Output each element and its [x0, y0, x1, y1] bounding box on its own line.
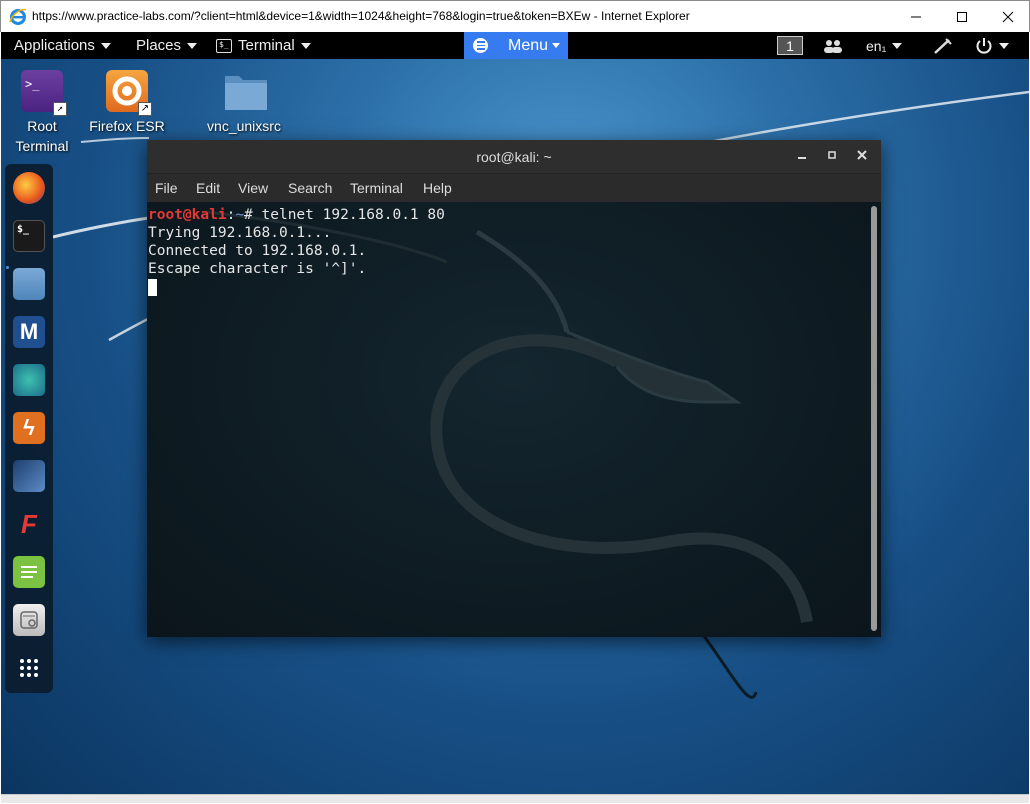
screen-draw-button[interactable] — [933, 32, 953, 59]
minimize-icon — [798, 157, 806, 159]
root-terminal-icon: >_ ↗ — [21, 70, 67, 116]
minimize-icon — [911, 16, 921, 17]
terminal-menubar: File Edit View Search Terminal Help — [147, 174, 881, 202]
browser-status-bar — [1, 794, 1029, 803]
terminal-window[interactable]: root@kali: ~ File Edit View Search Termi… — [147, 140, 881, 637]
chevron-down-icon — [552, 43, 561, 48]
language-selector[interactable]: en₁ — [866, 32, 903, 59]
internet-explorer-icon — [9, 8, 27, 25]
dock-show-applications[interactable] — [13, 652, 45, 684]
pen-icon — [934, 37, 952, 54]
dock-faraday[interactable]: F — [13, 508, 45, 540]
prompt-separator: : — [226, 207, 236, 223]
dock: $_ M ϟ F — [5, 164, 53, 693]
terminal-minimize-button[interactable] — [795, 149, 809, 163]
menu-search[interactable]: Search — [288, 180, 332, 196]
dock-terminal[interactable]: $_ — [13, 220, 45, 252]
burpsuite-icon: ϟ — [23, 415, 35, 440]
root-terminal-label-line2: Terminal — [15, 138, 69, 154]
chevron-down-icon — [892, 42, 903, 49]
menu-help[interactable]: Help — [423, 180, 452, 196]
terminal-icon: $_ — [216, 38, 232, 53]
close-icon — [1002, 11, 1014, 22]
terminal-label: Terminal — [238, 37, 295, 54]
terminal-body[interactable]: root@kali:~# telnet 192.168.0.1 80 Tryin… — [147, 202, 881, 637]
vnc-folder-label: vnc_unixsrc — [207, 118, 281, 134]
output-line: Trying 192.168.0.1... — [148, 225, 332, 241]
terminal-close-button[interactable] — [855, 149, 869, 163]
terminal-output: root@kali:~# telnet 192.168.0.1 80 Tryin… — [148, 206, 445, 296]
chevron-down-icon — [100, 42, 111, 49]
power-icon — [976, 37, 992, 54]
chevron-down-icon — [300, 42, 311, 49]
menu-view[interactable]: View — [238, 180, 268, 196]
dock-settings[interactable] — [13, 604, 45, 636]
dock-text-editor[interactable] — [13, 556, 45, 588]
folder-icon — [223, 70, 267, 112]
menu-edit[interactable]: Edit — [196, 180, 220, 196]
dock-armitage[interactable] — [13, 364, 45, 396]
terminal-cursor — [148, 279, 157, 296]
menu-button[interactable]: Menu — [464, 32, 568, 59]
places-menu[interactable]: Places — [136, 32, 198, 59]
close-icon — [857, 150, 867, 160]
running-indicator — [6, 266, 9, 269]
desktop-icon-root-terminal[interactable]: >_ ↗ Root Terminal — [6, 70, 78, 156]
applications-menu[interactable]: Applications — [14, 32, 111, 59]
firefox-icon: ↗ — [106, 70, 152, 116]
terminal-maximize-button[interactable] — [825, 149, 839, 163]
chevron-down-icon — [999, 42, 1009, 49]
dock-files[interactable] — [13, 268, 45, 300]
browser-title: https://www.practice-labs.com/?client=ht… — [32, 9, 690, 23]
faraday-icon: F — [21, 508, 37, 539]
applications-label: Applications — [14, 37, 95, 54]
power-menu[interactable] — [975, 32, 1009, 59]
prompt-path: ~ — [235, 207, 245, 223]
menu-label: Menu — [508, 36, 549, 54]
language-label: en₁ — [866, 37, 887, 54]
output-line: Connected to 192.168.0.1. — [148, 243, 367, 259]
prompt-hash: # — [244, 207, 262, 223]
dock-burpsuite[interactable]: ϟ — [13, 412, 45, 444]
kali-desktop: Applications Places $_ Terminal Menu 1 e… — [1, 32, 1029, 803]
root-terminal-label-line1: Root — [27, 118, 57, 134]
maximize-icon — [828, 151, 836, 159]
terminal-app-menu[interactable]: $_ Terminal — [216, 32, 311, 59]
output-line: Escape character is '^]'. — [148, 261, 367, 277]
maximize-button[interactable] — [939, 1, 985, 32]
workspace-indicator[interactable]: 1 — [777, 36, 803, 55]
terminal-title: root@kali: ~ — [476, 149, 552, 165]
menu-icon — [473, 38, 488, 53]
desktop-icon-vnc-folder[interactable]: vnc_unixsrc — [199, 70, 289, 136]
gnome-top-bar: Applications Places $_ Terminal Menu 1 e… — [1, 32, 1029, 59]
prompt-user: root@kali — [148, 207, 227, 223]
users-icon — [824, 39, 842, 53]
metasploit-icon: M — [19, 319, 39, 344]
menu-terminal[interactable]: Terminal — [350, 180, 403, 196]
terminal-icon: $_ — [17, 224, 30, 235]
command-text: telnet 192.168.0.1 80 — [261, 207, 445, 223]
chevron-down-icon — [187, 42, 198, 49]
close-button[interactable] — [985, 1, 1030, 32]
dock-firefox[interactable] — [13, 172, 45, 204]
maximize-icon — [957, 11, 967, 22]
firefox-label: Firefox ESR — [89, 118, 165, 134]
shortcut-arrow-icon: ↗ — [138, 102, 152, 116]
minimize-button[interactable] — [893, 1, 939, 32]
app-grid-icon — [20, 659, 38, 677]
device-icon — [20, 611, 38, 629]
shortcut-arrow-icon: ↗ — [53, 102, 67, 116]
terminal-scrollbar[interactable] — [871, 206, 877, 631]
menu-file[interactable]: File — [155, 180, 178, 196]
dock-metasploit[interactable]: M — [13, 316, 45, 348]
browser-titlebar: https://www.practice-labs.com/?client=ht… — [0, 0, 1030, 32]
places-label: Places — [136, 37, 182, 54]
notes-icon — [21, 566, 37, 578]
users-button[interactable] — [823, 32, 843, 59]
desktop-icon-firefox[interactable]: ↗ Firefox ESR — [86, 70, 168, 136]
dock-maltego[interactable] — [13, 460, 45, 492]
terminal-titlebar[interactable]: root@kali: ~ — [147, 140, 881, 174]
